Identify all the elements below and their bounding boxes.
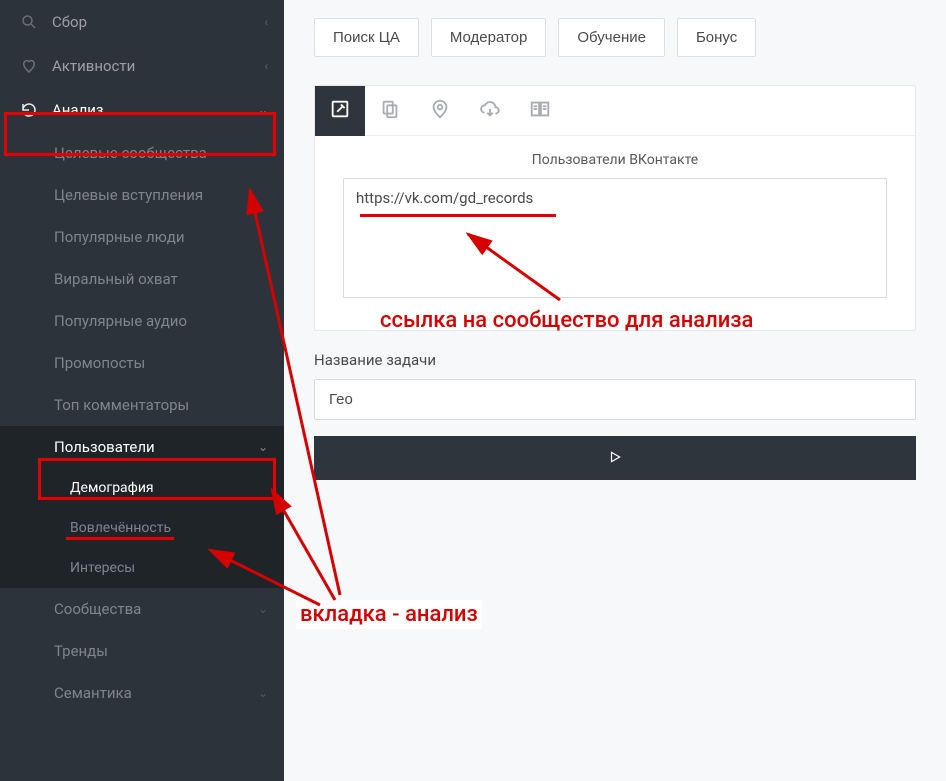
panel-title: Пользователи ВКонтакте [343,152,887,168]
tool-cloud-button[interactable] [465,86,515,136]
sidebar-label: Активности [52,57,135,75]
copy-icon [379,98,401,124]
location-pin-icon [429,98,451,124]
sidebar-sub-target-joins[interactable]: Целевые вступления [0,174,284,216]
sidebar-sub-communities[interactable]: Сообщества ⌄ [0,588,284,630]
sidebar-sub2-interests[interactable]: Интересы [0,548,284,588]
url-textarea[interactable] [343,178,887,298]
input-panel: Пользователи ВКонтакте [314,85,916,331]
tool-edit-button[interactable] [315,86,365,136]
book-icon [529,98,551,124]
sidebar-sub-viral-reach[interactable]: Виральный охват [0,258,284,300]
chevron-left-icon: ‹ [264,59,268,73]
sidebar-sub-trends[interactable]: Тренды [0,630,284,672]
sidebar-sub-semantics[interactable]: Семантика ⌄ [0,672,284,714]
chevron-down-icon: ⌄ [258,103,268,117]
nav-training-button[interactable]: Обучение [558,18,665,57]
task-name-input[interactable] [314,379,916,420]
sidebar-sub-promoposts[interactable]: Промопосты [0,342,284,384]
sidebar-sub-users[interactable]: Пользователи ⌄ [0,426,284,468]
sidebar-item-activities[interactable]: Активности ‹ [0,44,284,88]
tool-geo-button[interactable] [415,86,465,136]
tool-row [315,86,915,136]
tool-book-button[interactable] [515,86,565,136]
main-content: Поиск ЦА Модератор Обучение Бонус [284,0,946,781]
cloud-download-icon [479,98,501,124]
sidebar-label: Сбор [52,13,87,31]
chevron-down-icon: ⌄ [258,686,268,700]
run-button[interactable] [314,436,916,480]
sidebar: Сбор ‹ Активности ‹ Анализ ⌄ Целевые соо… [0,0,284,781]
chevron-left-icon: ‹ [264,15,268,29]
sidebar-sub2-engagement[interactable]: Вовлечённость [0,508,284,548]
search-icon [20,13,38,31]
sidebar-item-sbor[interactable]: Сбор ‹ [0,0,284,44]
sidebar-sub-target-communities[interactable]: Целевые сообщества [0,132,284,174]
sidebar-sub-popular-audio[interactable]: Популярные аудио [0,300,284,342]
sidebar-item-analysis[interactable]: Анализ ⌄ [0,88,284,132]
sidebar-label: Анализ [52,101,104,119]
sidebar-sub2-demography[interactable]: Демография [0,468,284,508]
edit-icon [329,98,351,124]
history-icon [20,101,38,119]
sidebar-sub-popular-people[interactable]: Популярные люди [0,216,284,258]
chevron-down-icon: ⌄ [258,440,268,454]
task-name-label: Название задачи [314,351,916,369]
top-nav: Поиск ЦА Модератор Обучение Бонус [314,18,916,57]
sidebar-sub-top-commenters[interactable]: Топ комментаторы [0,384,284,426]
chevron-down-icon: ⌄ [258,602,268,616]
play-icon [608,450,622,467]
heart-icon [20,57,38,75]
nav-bonus-button[interactable]: Бонус [677,18,756,57]
nav-search-ca-button[interactable]: Поиск ЦА [314,18,419,57]
tool-copy-button[interactable] [365,86,415,136]
nav-moderator-button[interactable]: Модератор [431,18,547,57]
